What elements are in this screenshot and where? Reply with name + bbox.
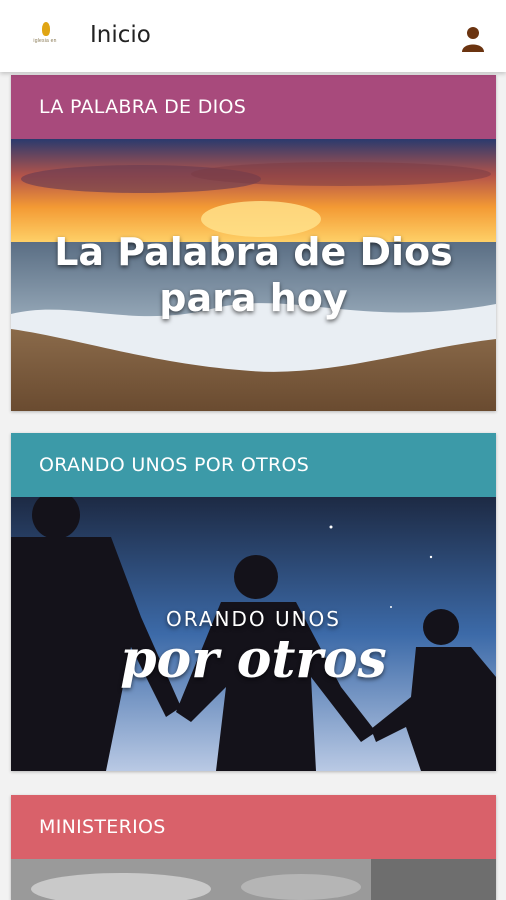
user-profile-icon [462,27,484,52]
image-title-line2: por otros [120,629,387,690]
image-title-line2: para hoy [159,276,348,320]
card-orando-unos-por-otros[interactable]: ORANDO UNOS POR OTROS ORANDO UNOS por ot… [11,433,496,771]
user-profile-button[interactable] [461,26,485,52]
ministerios-image [11,859,496,900]
image-title: ORANDO UNOS por otros [11,607,496,689]
image-title-line1: La Palabra de Dios [54,230,453,274]
image-title-line1: ORANDO UNOS [165,607,341,631]
card-ministerios[interactable]: MINISTERIOS [11,795,496,900]
logo-text: iglesia en [33,38,57,44]
app-logo: iglesia en [24,20,66,52]
page-title: Inicio [90,22,151,48]
flame-icon [42,22,50,36]
image-title: La Palabra de Dios para hoy [11,229,496,321]
card-header: ORANDO UNOS POR OTROS [11,433,496,497]
card-palabra-de-dios[interactable]: LA PALABRA DE DIOS La Palabra de Dios pa… [11,75,496,411]
card-header: LA PALABRA DE DIOS [11,75,496,139]
app-bar: iglesia en Inicio [0,0,506,72]
praying-silhouettes-image: ORANDO UNOS por otros [11,497,496,771]
sunset-beach-image: La Palabra de Dios para hoy [11,139,496,411]
card-header: MINISTERIOS [11,795,496,859]
